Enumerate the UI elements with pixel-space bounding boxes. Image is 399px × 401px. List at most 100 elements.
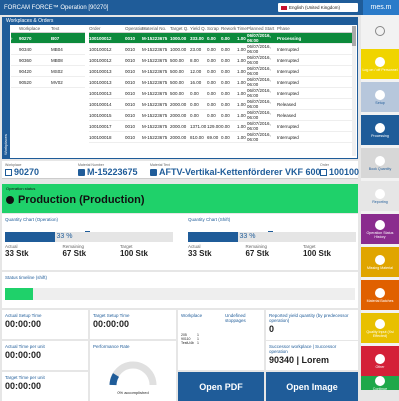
column-header[interactable]: Operation bbox=[125, 26, 145, 32]
order-cell: 0.00 bbox=[190, 112, 199, 118]
column-header[interactable]: Planned Start bbox=[247, 26, 277, 32]
sidebar-button[interactable]: Missing Material bbox=[361, 247, 399, 277]
order-cell: 2000.00 bbox=[170, 134, 187, 140]
order-cell: 100100012 bbox=[89, 46, 112, 52]
order-cell: 1.00 bbox=[237, 68, 246, 74]
qc-operation-title: Quantity Chart (Operation) bbox=[5, 217, 59, 222]
open-image-button[interactable]: Open Image bbox=[266, 372, 358, 401]
workplace-value: 90270 bbox=[14, 167, 40, 177]
column-header[interactable]: Phase bbox=[277, 26, 353, 32]
actual-setup-time-card: Actual Setup Time 00:00:00 bbox=[2, 310, 88, 339]
scroll-thumb[interactable] bbox=[352, 26, 356, 46]
order-cell: 500.00 bbox=[170, 57, 184, 63]
column-header[interactable]: Rework bbox=[221, 26, 237, 32]
order-cell: Released bbox=[277, 112, 297, 118]
sidebar-button[interactable]: Setup bbox=[361, 82, 399, 112]
order-cell: 06/07/2016, 06:00 bbox=[247, 66, 271, 76]
order-cell: 0010 bbox=[125, 46, 136, 52]
order-cell: 0.00 bbox=[207, 46, 216, 52]
book-quantity-icon bbox=[375, 155, 385, 166]
order-cell: 06/07/2016, 06:00 bbox=[247, 132, 271, 142]
order-row[interactable]: 100100012 0010 M-15223675 1000.00 23.00 0.00 0… bbox=[89, 44, 353, 55]
column-header[interactable]: Time bbox=[237, 26, 247, 32]
main-area: Workplaces & Orders Workplaces Workplace… bbox=[0, 15, 361, 401]
order-row[interactable]: 100100017 0010 M-15223675 2000.00 1371.00 129… bbox=[89, 121, 353, 132]
order-cell: Interrupted bbox=[277, 46, 299, 52]
workplace-info: Workplace 90270 bbox=[5, 163, 39, 177]
order-cell: 100100012 bbox=[89, 35, 112, 41]
sidebar-button[interactable]: Book Quantity bbox=[361, 148, 399, 178]
card-value: 00:00:00 bbox=[5, 319, 42, 329]
quantity-chart-shift: Quantity Chart (Shift) 33 % Actual 33 Stk… bbox=[188, 217, 356, 258]
operation-status-panel: Operation status Production (Production) bbox=[2, 184, 358, 213]
order-cell: 06/07/2016, 06:00 bbox=[247, 33, 271, 43]
order-row[interactable]: 100100012 0010 M-15223675 1000.00 333.00 0.00… bbox=[89, 33, 353, 44]
order-row[interactable]: 100100012 0010 M-15223675 500.00 8.00 0.00 0.0… bbox=[89, 55, 353, 66]
sidebar-label: Reporting bbox=[372, 199, 388, 204]
column-header[interactable]: Material No. bbox=[142, 26, 170, 32]
card-value: 00:00:00 bbox=[93, 319, 130, 329]
sidebar-button[interactable] bbox=[361, 16, 399, 46]
order-cell: Released bbox=[277, 101, 297, 107]
order-cell: 100100014 bbox=[89, 101, 112, 107]
actual-time-per-unit-card: Actual Time per unit 00:00:00 bbox=[2, 341, 88, 370]
order-cell: 100100017 bbox=[89, 123, 112, 129]
workplace-row[interactable]: 90520 MV02 bbox=[11, 77, 85, 88]
order-cell: 1000.00 bbox=[170, 46, 187, 52]
workplaces-orders-panel: Workplaces & Orders Workplaces Workplace… bbox=[2, 17, 358, 159]
workplace-row[interactable]: 90340 MB04 bbox=[11, 44, 85, 55]
column-header[interactable]: Yield Q. bbox=[190, 26, 207, 32]
undefined-stoppages-title: Undefined stoppages bbox=[225, 313, 246, 323]
order-cell: 23.00 bbox=[190, 46, 202, 52]
quantity-chart-operation: Quantity Chart (Operation) 33 % Actual 33… bbox=[5, 217, 173, 258]
actual-value: 33 Stk bbox=[188, 249, 212, 258]
workplace-card: Workplace Undefined stoppages 205 1 90110 1… bbox=[178, 310, 264, 370]
order-cell: 2000.00 bbox=[170, 112, 187, 118]
sidebar-button[interactable]: Operation Status History bbox=[361, 214, 399, 244]
quality-input-icon bbox=[375, 318, 385, 329]
workplace-row[interactable]: › 90270 B07 bbox=[11, 33, 85, 44]
order-cell: M-15223675 bbox=[142, 123, 168, 129]
order-cell: M-15223675 bbox=[142, 134, 168, 140]
qc-operation-percent: 33 % bbox=[56, 233, 73, 240]
sidebar-label: Log on / off Personnel bbox=[362, 67, 398, 72]
order-cell: 1.00 bbox=[237, 46, 246, 52]
order-row[interactable]: 100100013 0010 M-15223675 500.00 0.00 0.00 0.0… bbox=[89, 88, 353, 99]
setup-icon bbox=[375, 89, 385, 100]
sidebar-button[interactable]: Reporting bbox=[361, 181, 399, 211]
card-title: Actual Time per unit bbox=[5, 344, 45, 349]
workplace-row[interactable]: 90360 MB08 bbox=[11, 55, 85, 66]
order-row[interactable]: 100100013 0010 M-15223675 500.00 12.00 0.00 0.… bbox=[89, 66, 353, 77]
order-cell: Interrupted bbox=[277, 57, 299, 63]
sidebar-button[interactable]: Log on / off Personnel bbox=[361, 49, 399, 79]
column-header[interactable]: Target Q. bbox=[170, 26, 190, 32]
sidebar-button[interactable]: Material Batches bbox=[361, 280, 399, 310]
quantity-charts-panel: Quantity Chart (Operation) 33 % Actual 33… bbox=[2, 214, 358, 270]
order-row[interactable]: 100100015 0010 M-15223675 2000.00 0.00 0.00 0.… bbox=[89, 110, 353, 121]
order-cell: 06/07/2016, 06:00 bbox=[247, 88, 271, 98]
sidebar-button[interactable]: Other bbox=[361, 346, 399, 376]
sidebar-button[interactable]: Continue bbox=[361, 375, 399, 391]
order-row[interactable]: 100100014 0010 M-15223675 2000.00 0.00 0.00 0.… bbox=[89, 99, 353, 110]
sidebar-button[interactable]: Processing bbox=[361, 115, 399, 145]
language-select[interactable]: English (United Kingdom) bbox=[278, 3, 358, 12]
status-timeline-bar bbox=[5, 288, 355, 300]
order-row[interactable]: 100100018 0010 M-15223675 2000.00 810.00 69.0… bbox=[89, 132, 353, 143]
column-header[interactable]: Scrap bbox=[207, 26, 221, 32]
target-value: 100 Stk bbox=[119, 249, 148, 258]
order-cell: 810.00 bbox=[190, 134, 204, 140]
workplace-list: 205 1 90110 1 TestU4b 1 bbox=[181, 333, 261, 345]
open-pdf-button[interactable]: Open PDF bbox=[178, 372, 264, 401]
order-cell: 8.00 bbox=[190, 57, 199, 63]
sidebar-button[interactable]: Quality Input (Xsi Effected) bbox=[361, 313, 399, 343]
workplace-row[interactable]: 90420 MS02 bbox=[11, 66, 85, 77]
order-scrollbar[interactable] bbox=[352, 26, 356, 156]
order-cell: 100100015 bbox=[89, 112, 112, 118]
order-row[interactable]: 100100013 0010 M-15223675 500.00 16.00 0.00 0.… bbox=[89, 77, 353, 88]
order-cell: 0.00 bbox=[221, 79, 230, 85]
order-cell: Interrupted bbox=[277, 134, 299, 140]
order-cell: Interrupted bbox=[277, 79, 299, 85]
column-header[interactable]: Order bbox=[89, 26, 125, 32]
order-cell: 1371.00 bbox=[190, 123, 207, 129]
order-cell: 12.00 bbox=[190, 68, 202, 74]
